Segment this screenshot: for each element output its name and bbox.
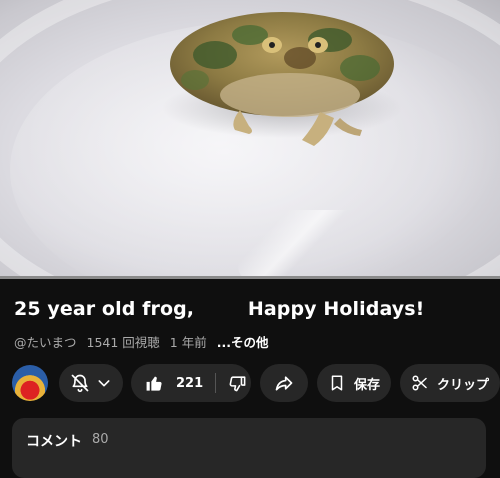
share-button[interactable] [260,364,308,402]
action-bar: 221 保存 クリップ [12,364,500,402]
like-button[interactable]: 221 [145,374,203,393]
comments-card[interactable]: コメント 80 [12,418,486,478]
view-count: 1541 回視聴 [86,335,160,350]
subscription-bell-button[interactable] [59,364,123,402]
scissors-icon [411,374,429,392]
video-meta[interactable]: @たいまつ 1541 回視聴 1 年前 ...その他 [14,332,274,351]
dislike-button[interactable] [228,374,247,393]
like-count: 221 [176,375,204,391]
comments-count: 80 [92,432,109,447]
upload-age: 1 年前 [169,335,207,350]
more-link[interactable]: ...その他 [217,335,269,350]
like-divider [215,373,217,393]
video-title: 25 year old frog, Happy Holidays! [14,298,425,320]
comments-label: コメント [26,434,82,450]
thumbs-down-icon [228,374,247,393]
save-label: 保存 [353,377,380,393]
chevron-down-icon [96,375,112,391]
progress-track[interactable] [0,276,500,279]
bookmark-icon [328,374,346,392]
channel-handle[interactable]: @たいまつ [14,335,77,350]
bell-off-icon [70,373,90,393]
thumbs-up-icon [145,374,164,393]
clip-label: クリップ [436,377,489,393]
video-player[interactable] [0,0,500,279]
avatar[interactable] [12,365,48,401]
save-button[interactable]: 保存 [317,364,391,402]
like-dislike-group: 221 [131,364,251,402]
share-icon [274,373,294,393]
clip-button[interactable]: クリップ [400,364,500,402]
